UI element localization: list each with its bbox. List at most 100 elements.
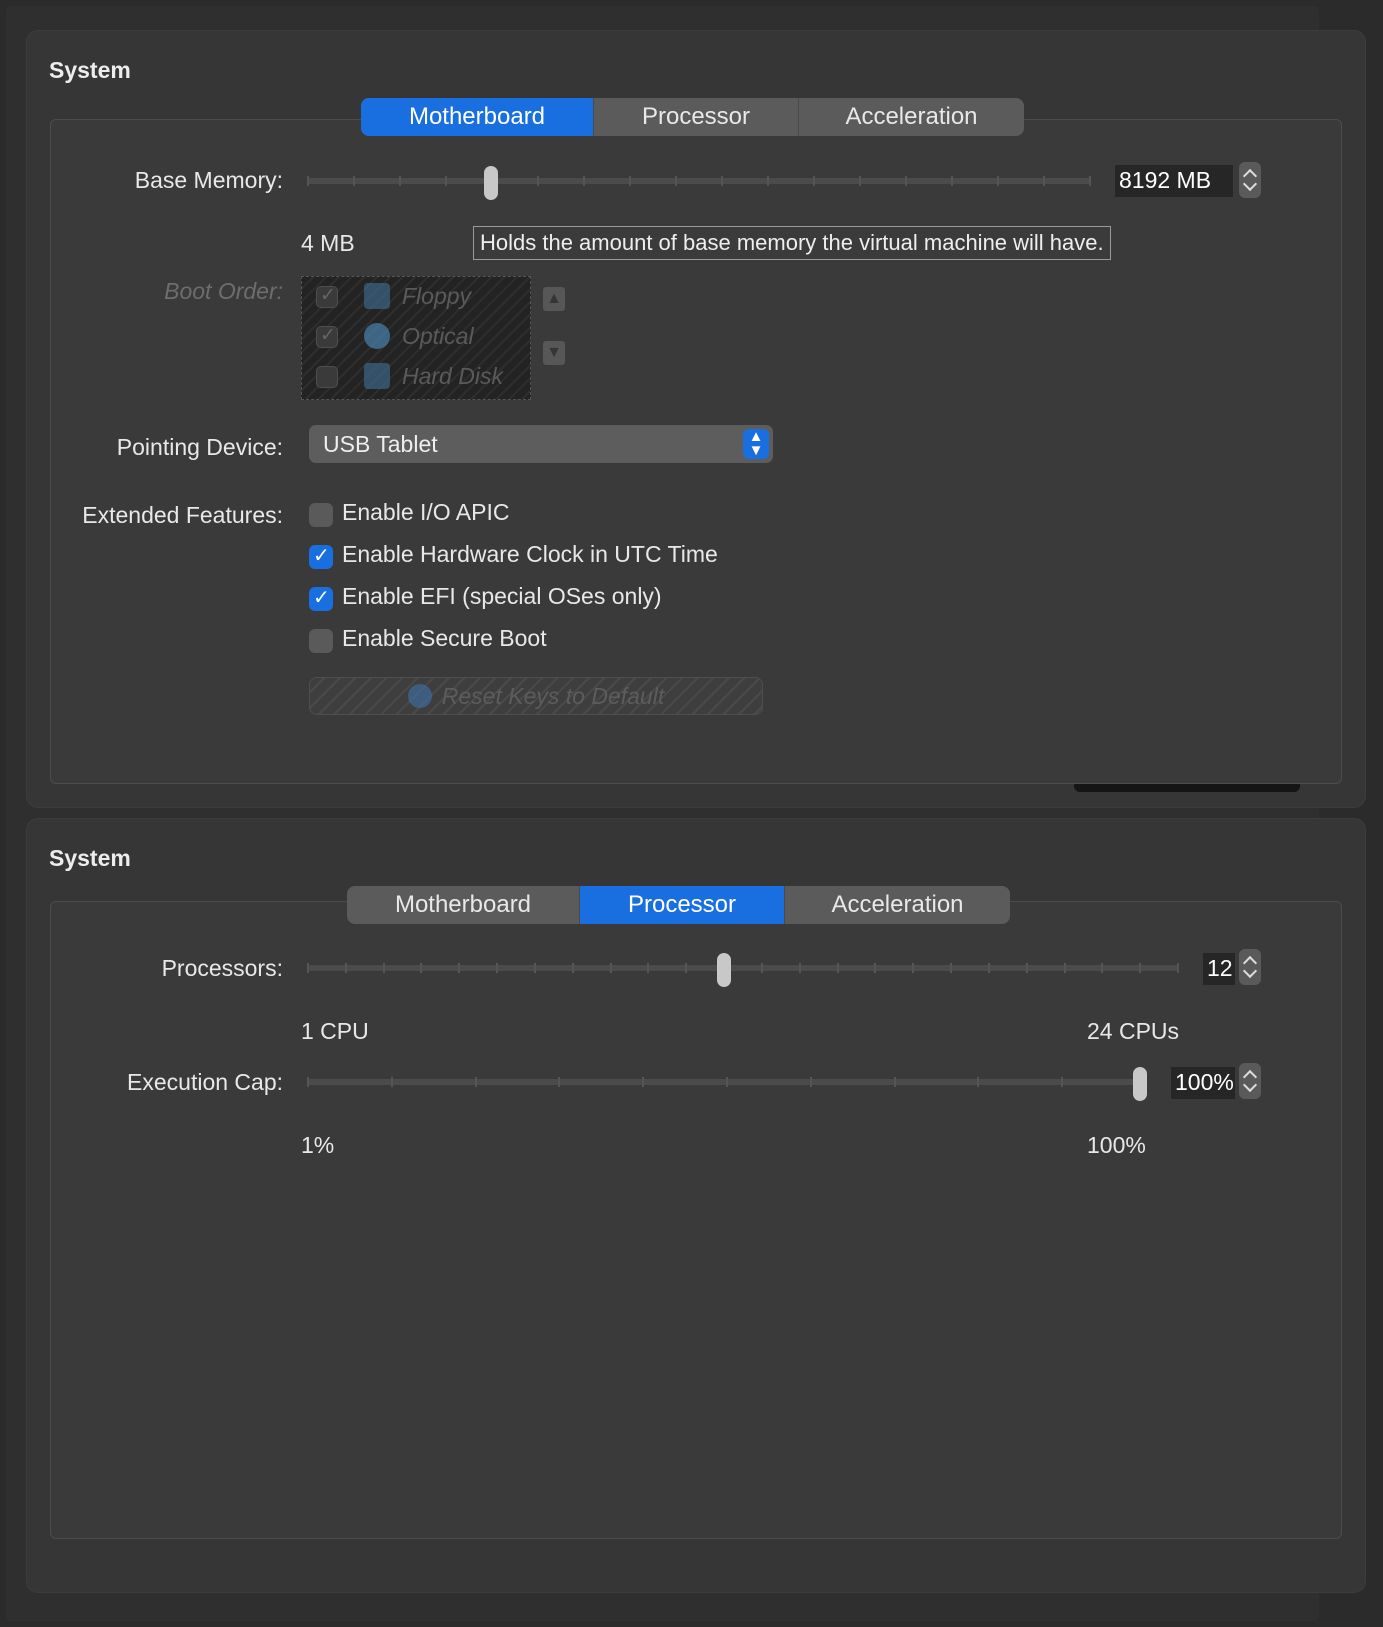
hard-disk-icon [364, 363, 390, 389]
boot-order-label: Boot Order: [164, 278, 283, 304]
tab-content-box [50, 901, 1342, 1539]
slider-tick [721, 176, 723, 186]
tab-motherboard[interactable]: Motherboard [347, 886, 580, 924]
move-down-icon[interactable]: ▼ [543, 341, 565, 365]
slider-tick [307, 963, 309, 973]
slider-tick [761, 963, 763, 973]
boot-item-checkbox[interactable] [316, 366, 338, 388]
slider-tick [534, 963, 536, 973]
slider-track [307, 965, 1179, 971]
slider-tick [1101, 963, 1103, 973]
slider-tick [583, 176, 585, 186]
boot-item-floppy[interactable]: Floppy [302, 277, 532, 317]
slider-tick [950, 963, 952, 973]
slider-tick [997, 176, 999, 186]
slider-tick [859, 176, 861, 186]
slider-tick [1089, 176, 1091, 186]
slider-tick [475, 1077, 477, 1087]
slider-tick [345, 963, 347, 973]
panel-title: System [49, 57, 131, 83]
tab-processor[interactable]: Processor [594, 98, 799, 136]
slider-tick [353, 176, 355, 186]
boot-order-list[interactable]: Floppy Optical Hard Disk [301, 276, 531, 400]
base-memory-stepper[interactable] [1239, 162, 1261, 198]
checkbox-box[interactable] [309, 503, 333, 527]
boot-item-checkbox[interactable] [316, 284, 338, 308]
utc-clock-checkbox[interactable]: Enable Hardware Clock in UTC Time [309, 541, 769, 571]
tab-acceleration[interactable]: Acceleration [799, 98, 1024, 136]
floppy-icon [364, 283, 390, 309]
reset-icon [407, 684, 432, 708]
io-apic-checkbox[interactable]: Enable I/O APIC [309, 499, 729, 529]
panel-divider-shadow [1074, 784, 1300, 792]
slider-tick [610, 963, 612, 973]
pointing-device-value: USB Tablet [323, 431, 438, 457]
slider-thumb[interactable] [484, 166, 498, 200]
system-panel-processor: System Motherboard Processor Acceleratio… [26, 818, 1366, 1593]
checkbox-box[interactable] [309, 585, 333, 611]
execution-cap-label: Execution Cap: [127, 1069, 283, 1095]
slider-tick [810, 1077, 812, 1087]
panel-title: System [49, 845, 131, 871]
slider-tick [988, 963, 990, 973]
processors-min-label: 1 CPU [301, 1018, 369, 1044]
slider-tick [399, 176, 401, 186]
move-up-icon[interactable]: ▲ [543, 287, 565, 311]
slider-tick [307, 1077, 309, 1087]
system-panel-motherboard: System Motherboard Processor Acceleratio… [26, 30, 1366, 808]
slider-tick [1177, 963, 1179, 973]
slider-tick [951, 176, 953, 186]
reset-keys-button[interactable]: Reset Keys to Default [309, 677, 763, 715]
slider-tick [894, 1077, 896, 1087]
execution-cap-stepper[interactable] [1239, 1063, 1261, 1099]
tab-motherboard[interactable]: Motherboard [361, 98, 594, 136]
slider-thumb[interactable] [1133, 1067, 1147, 1101]
checkbox-label: Enable Secure Boot [342, 625, 547, 651]
pointing-device-select[interactable]: USB Tablet ▲ ▼ [309, 425, 773, 463]
slider-tick [1139, 963, 1141, 973]
checkbox-box[interactable] [309, 543, 333, 569]
processors-max-label: 24 CPUs [1087, 1018, 1180, 1044]
tab-acceleration[interactable]: Acceleration [785, 886, 1010, 924]
tab-bar: Motherboard Processor Acceleration [347, 886, 1010, 924]
slider-tick [1064, 963, 1066, 973]
boot-item-label: Optical [402, 323, 474, 349]
boot-item-label: Floppy [402, 283, 472, 309]
boot-item-hard-disk[interactable]: Hard Disk [302, 357, 532, 397]
secure-boot-checkbox[interactable]: Enable Secure Boot [309, 625, 729, 655]
slider-tick [458, 963, 460, 973]
boot-item-checkbox[interactable] [316, 324, 338, 348]
execution-cap-min-label: 1% [301, 1132, 335, 1158]
execution-cap-field[interactable]: 100% [1171, 1067, 1235, 1099]
slider-tick [977, 1077, 979, 1087]
extended-features-label: Extended Features: [82, 502, 283, 528]
execution-cap-slider[interactable] [307, 1067, 1147, 1101]
checkbox-label: Enable I/O APIC [342, 499, 510, 525]
processors-slider[interactable] [307, 953, 1179, 987]
base-memory-slider[interactable] [307, 166, 1091, 200]
slider-tick [1026, 963, 1028, 973]
base-memory-label: Base Memory: [134, 167, 283, 193]
boot-item-optical[interactable]: Optical [302, 317, 532, 357]
slider-tick [537, 176, 539, 186]
base-memory-tooltip: Holds the amount of base memory the virt… [473, 226, 1111, 260]
base-memory-field[interactable]: 8192 MB [1115, 165, 1233, 197]
slider-tick [675, 176, 677, 186]
checkbox-label: Enable Hardware Clock in UTC Time [342, 541, 718, 567]
slider-tick [496, 963, 498, 973]
efi-checkbox[interactable]: Enable EFI (special OSes only) [309, 583, 729, 613]
pointing-device-label: Pointing Device: [116, 434, 283, 460]
slider-tick [837, 963, 839, 973]
slider-tick [813, 176, 815, 186]
slider-tick [420, 963, 422, 973]
processors-stepper[interactable] [1239, 949, 1261, 985]
checkbox-label: Enable EFI (special OSes only) [342, 583, 662, 609]
processors-field[interactable]: 12 [1203, 953, 1235, 985]
slider-tick [1061, 1077, 1063, 1087]
slider-thumb[interactable] [717, 953, 731, 987]
checkbox-box[interactable] [309, 629, 333, 653]
base-memory-min-label: 4 MB [301, 230, 355, 256]
tab-processor[interactable]: Processor [580, 886, 785, 924]
slider-tick [391, 1077, 393, 1087]
slider-tick [767, 176, 769, 186]
